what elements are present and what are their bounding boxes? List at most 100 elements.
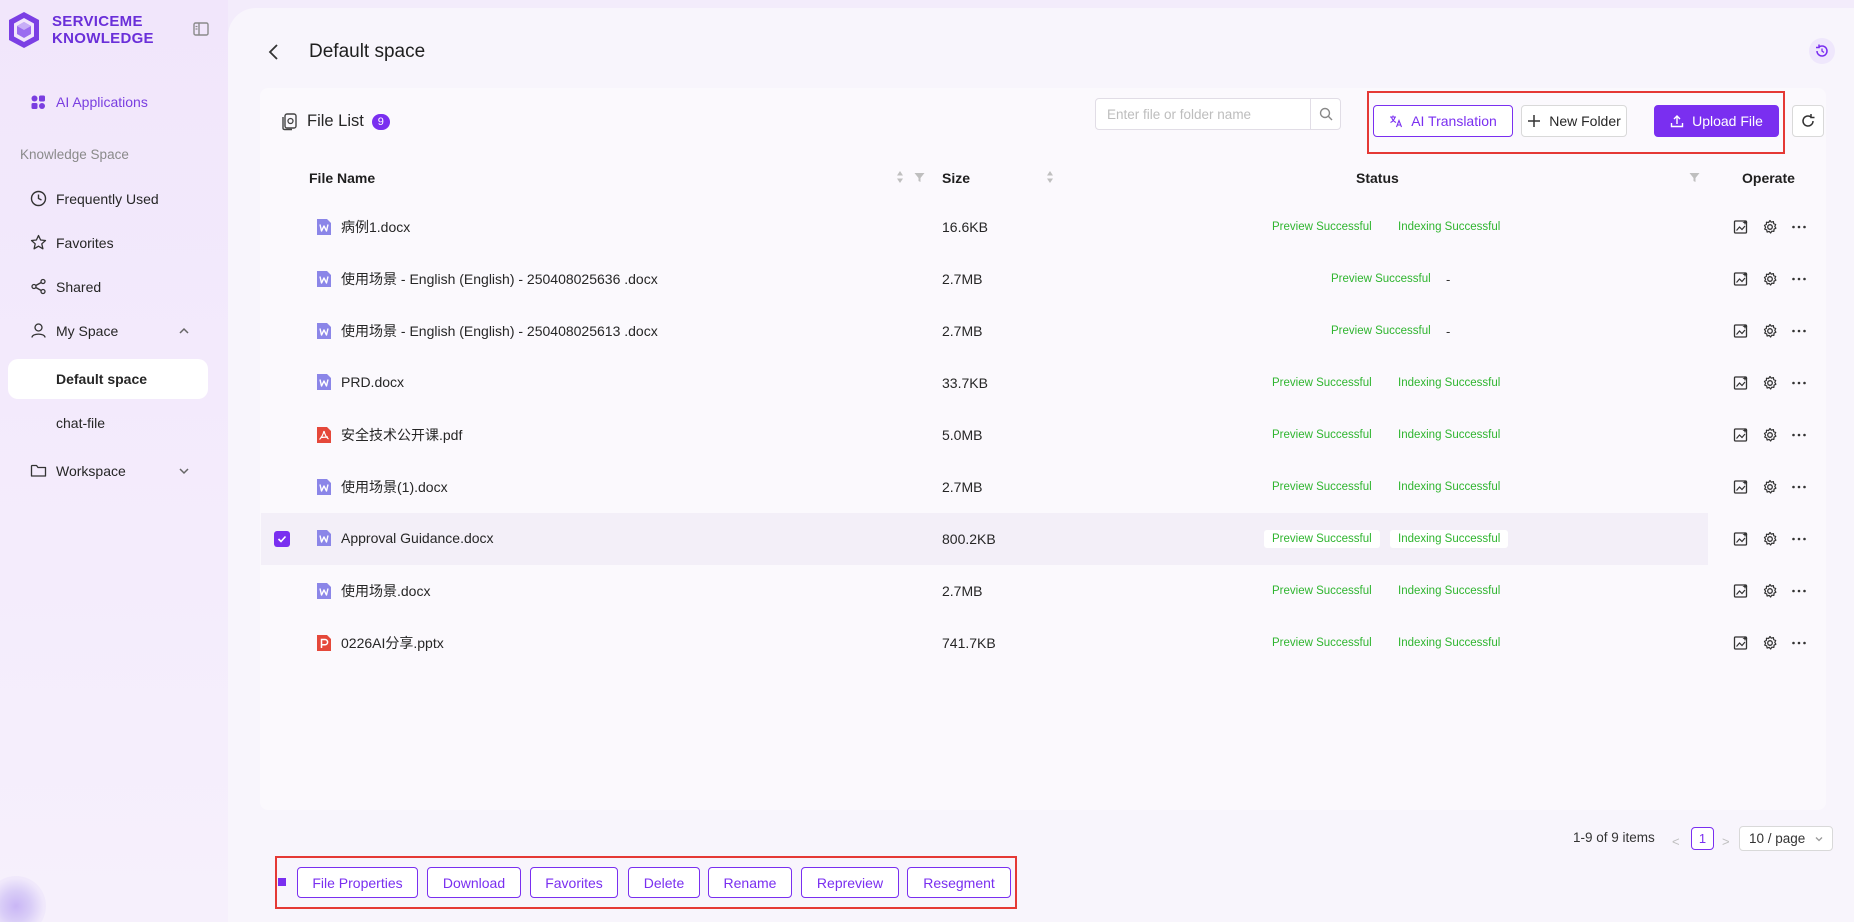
image-analysis-icon[interactable] (1733, 479, 1749, 495)
sidebar-item-favorites[interactable]: Favorites (30, 234, 114, 251)
image-analysis-icon[interactable] (1733, 219, 1749, 235)
table-row[interactable]: Approval Guidance.docx 800.2KB Preview Suc… (261, 513, 1806, 565)
image-analysis-icon[interactable] (1733, 635, 1749, 651)
more-options-icon[interactable] (1791, 271, 1807, 287)
sidebar-item-chat-file[interactable]: chat-file (8, 403, 208, 443)
download-button[interactable]: Download (427, 867, 521, 898)
file-name-cell[interactable]: 使用场景(1).docx (316, 477, 448, 497)
favorites-button[interactable]: Favorites (530, 867, 618, 898)
more-options-icon[interactable] (1791, 427, 1807, 443)
table-row[interactable]: 病例1.docx 16.6KB Preview Successful Indexing… (261, 201, 1806, 253)
file-name-cell[interactable]: 使用场景.docx (316, 581, 430, 601)
history-button[interactable] (1809, 38, 1835, 64)
settings-icon[interactable] (1762, 479, 1778, 495)
file-name-cell[interactable]: 病例1.docx (316, 217, 410, 237)
column-header-file-name[interactable]: File Name (309, 170, 375, 186)
search-button[interactable] (1310, 99, 1340, 129)
index-status-badge: Indexing Successful (1398, 585, 1501, 597)
file-name-cell[interactable]: PRD.docx (316, 373, 404, 391)
sidebar-item-frequently-used[interactable]: Frequently Used (30, 190, 159, 207)
chevron-down-icon[interactable] (178, 465, 190, 477)
file-properties-button[interactable]: File Properties (297, 867, 418, 898)
image-analysis-icon[interactable] (1733, 271, 1749, 287)
table-row[interactable]: PRD.docx 33.7KB Preview Successful Indexing… (261, 357, 1806, 409)
repreview-button[interactable]: Repreview (801, 867, 899, 898)
image-analysis-icon[interactable] (1733, 427, 1749, 443)
prev-page-icon[interactable]: < (1672, 834, 1680, 849)
table-row[interactable]: 0226AI分享.pptx 741.7KB Preview Successful In… (261, 617, 1806, 669)
more-options-icon[interactable] (1791, 583, 1807, 599)
more-options-icon[interactable] (1791, 219, 1807, 235)
index-status-badge: Indexing Successful (1390, 530, 1509, 548)
more-options-icon[interactable] (1791, 635, 1807, 651)
page-number-current[interactable]: 1 (1691, 827, 1714, 850)
file-name-cell[interactable]: 使用场景 - English (English) - 250408025636 … (316, 269, 658, 289)
settings-icon[interactable] (1762, 271, 1778, 287)
sidebar-item-workspace[interactable]: Workspace (30, 462, 126, 479)
table-row[interactable]: 安全技术公开课.pdf 5.0MB Preview Successful Indexi… (261, 409, 1806, 461)
file-list-header: File List 9 (280, 112, 390, 131)
word-file-icon (317, 583, 331, 599)
file-name-cell[interactable]: Approval Guidance.docx (316, 529, 494, 547)
sort-icon[interactable] (896, 170, 904, 184)
table-row[interactable]: 使用场景 - English (English) - 250408025636 … (261, 253, 1806, 305)
search-input[interactable] (1096, 99, 1310, 129)
image-analysis-icon[interactable] (1733, 531, 1749, 547)
resegment-button[interactable]: Resegment (907, 867, 1011, 898)
refresh-button[interactable] (1792, 105, 1824, 137)
delete-button[interactable]: Delete (628, 867, 700, 898)
search-box (1095, 98, 1341, 130)
settings-icon[interactable] (1762, 531, 1778, 547)
more-options-icon[interactable] (1791, 531, 1807, 547)
image-analysis-icon[interactable] (1733, 375, 1749, 391)
word-file-icon (317, 219, 331, 235)
assistant-orb[interactable] (0, 876, 46, 922)
pagination-summary: 1-9 of 9 items (1573, 830, 1655, 845)
back-arrow-icon[interactable] (264, 42, 284, 62)
file-name-cell[interactable]: 0226AI分享.pptx (316, 633, 444, 653)
file-name-cell[interactable]: 使用场景 - English (English) - 250408025613 … (316, 321, 658, 341)
row-checkbox[interactable] (274, 531, 290, 547)
more-options-icon[interactable] (1791, 323, 1807, 339)
bulk-select-indicator[interactable] (278, 878, 286, 886)
chevron-up-icon[interactable] (178, 325, 190, 337)
brand-logo[interactable]: SERVICEME KNOWLEDGE (6, 10, 154, 50)
sidebar-item-default-space[interactable]: Default space (8, 359, 208, 399)
settings-icon[interactable] (1762, 635, 1778, 651)
upload-file-button[interactable]: Upload File (1654, 105, 1779, 137)
ai-translation-button[interactable]: AI Translation (1373, 105, 1513, 137)
table-row[interactable]: 使用场景(1).docx 2.7MB Preview Successful Index… (261, 461, 1806, 513)
column-header-size[interactable]: Size (942, 170, 970, 186)
preview-status-badge: Preview Successful (1272, 377, 1372, 389)
sidebar-item-my-space[interactable]: My Space (30, 322, 118, 339)
nav-ai-applications[interactable]: AI Applications (30, 94, 148, 110)
table-row[interactable]: 使用场景.docx 2.7MB Preview Successful Indexing… (261, 565, 1806, 617)
sort-icon[interactable] (1046, 170, 1054, 184)
more-options-icon[interactable] (1791, 375, 1807, 391)
table-row[interactable]: 使用场景 - English (English) - 250408025613 … (261, 305, 1806, 357)
file-count-badge: 9 (371, 113, 390, 130)
new-folder-button[interactable]: New Folder (1521, 105, 1627, 137)
filter-icon[interactable] (1689, 172, 1700, 183)
word-file-icon (317, 374, 331, 390)
page-size-select[interactable]: 10 / page (1739, 826, 1833, 851)
sidebar-item-shared[interactable]: Shared (30, 278, 101, 295)
filter-icon[interactable] (914, 172, 925, 183)
page-title: Default space (309, 41, 426, 62)
settings-icon[interactable] (1762, 375, 1778, 391)
share-icon (31, 278, 46, 295)
sidebar-collapse-icon[interactable] (192, 20, 210, 38)
settings-icon[interactable] (1762, 583, 1778, 599)
more-options-icon[interactable] (1791, 479, 1807, 495)
rename-button[interactable]: Rename (708, 867, 792, 898)
image-analysis-icon[interactable] (1733, 583, 1749, 599)
file-size-cell: 2.7MB (942, 323, 983, 339)
nav-ai-applications-label: AI Applications (56, 94, 148, 110)
settings-icon[interactable] (1762, 323, 1778, 339)
file-name-cell[interactable]: 安全技术公开课.pdf (316, 425, 462, 445)
settings-icon[interactable] (1762, 427, 1778, 443)
settings-icon[interactable] (1762, 219, 1778, 235)
next-page-icon[interactable]: > (1722, 834, 1730, 849)
image-analysis-icon[interactable] (1733, 323, 1749, 339)
plus-icon (1528, 115, 1541, 127)
